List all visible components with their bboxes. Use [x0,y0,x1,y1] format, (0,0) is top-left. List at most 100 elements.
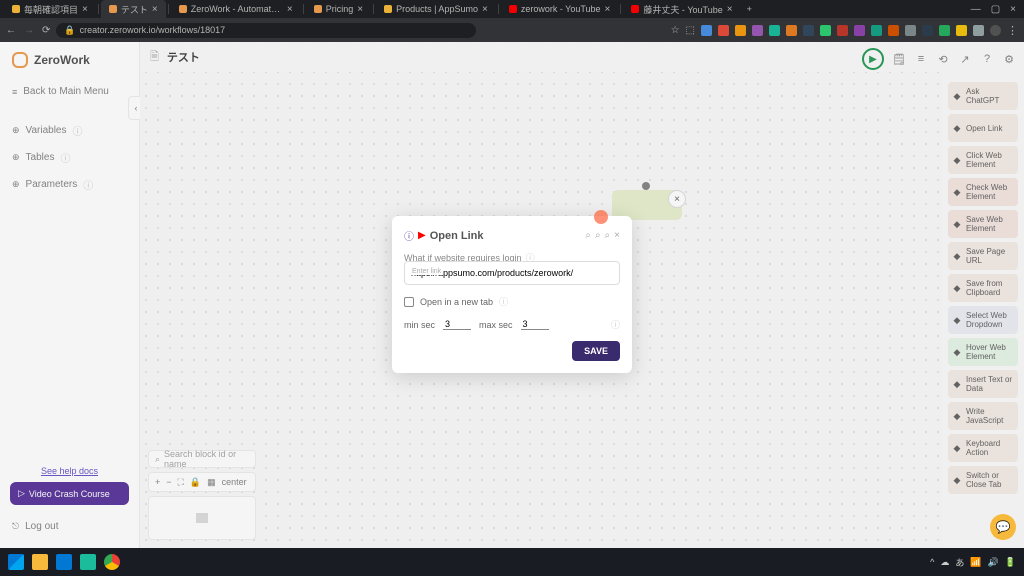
extension-icon[interactable] [905,25,916,36]
action-block-switch-or-close-tab[interactable]: ◆Switch or Close Tab [948,466,1018,494]
nav-tables[interactable]: ⊕Tablesⓘ [0,144,139,171]
extension-icon[interactable] [973,25,984,36]
close-icon[interactable]: × [287,4,293,15]
browser-tab-4[interactable]: Products | AppSumo× [376,0,496,18]
extension-icon[interactable] [956,25,967,36]
search-action-icon[interactable]: ⌕ [585,230,591,241]
window-minimize[interactable]: — [971,4,981,15]
action-block-select-web-dropdown[interactable]: ◆Select Web Dropdown [948,306,1018,334]
new-tab-button[interactable]: + [741,4,758,14]
tray-volume-icon[interactable]: 🔊 [988,557,999,568]
action-block-insert-text-or-data[interactable]: ◆Insert Text or Data [948,370,1018,398]
search-action-icon[interactable]: ⌕ [605,230,611,241]
save-button[interactable]: SAVE [572,341,620,361]
action-block-keyboard-action[interactable]: ◆Keyboard Action [948,434,1018,462]
search-action-icon[interactable]: ⌕ [595,230,601,241]
action-block-check-web-element[interactable]: ◆Check Web Element [948,178,1018,206]
node-connector[interactable] [642,182,650,190]
fit-button[interactable]: ⛶ [178,477,184,488]
tray-ime-icon[interactable]: あ [955,556,964,569]
chat-fab[interactable]: 💬 [990,514,1016,540]
menu-icon[interactable]: ⋮ [1007,24,1018,37]
zoom-out-button[interactable]: − [166,477,171,487]
browser-tab-5[interactable]: zerowork - YouTube× [501,0,619,18]
action-block-save-web-element[interactable]: ◆Save Web Element [948,210,1018,238]
window-maximize[interactable]: ▢ [991,4,1000,15]
extension-icon[interactable] [888,25,899,36]
extension-icon[interactable] [769,25,780,36]
nav-parameters[interactable]: ⊕Parametersⓘ [0,171,139,198]
extension-icon[interactable] [786,25,797,36]
window-close[interactable]: × [1010,4,1016,15]
grid-button[interactable]: ▦ [207,477,216,488]
close-icon[interactable]: × [605,4,611,15]
brand[interactable]: ZeroWork [0,52,139,80]
modal-close-button[interactable]: × [614,230,620,241]
youtube-icon[interactable]: ▶ [418,230,426,241]
help-docs-link[interactable]: See help docs [0,466,139,476]
tray-cloud-icon[interactable]: ☁ [940,557,949,568]
block-search[interactable]: ⌕ Search block id or name [148,450,256,468]
profile-avatar[interactable] [990,25,1001,36]
action-block-save-from-clipboard[interactable]: ◆Save from Clipboard [948,274,1018,302]
share-icon[interactable]: ⬚ [686,25,695,36]
close-icon[interactable]: × [357,4,363,15]
new-tab-checkbox[interactable] [404,297,414,307]
action-block-click-web-element[interactable]: ◆Click Web Element [948,146,1018,174]
explorer-icon[interactable] [32,554,48,570]
extension-icon[interactable] [922,25,933,36]
close-icon[interactable]: × [82,4,88,15]
max-sec-input[interactable] [521,319,549,330]
share-icon[interactable]: ↗ [958,53,972,66]
logout-button[interactable]: ⎋Log out [0,515,139,538]
tray-battery-icon[interactable]: 🔋 [1005,557,1016,568]
nav-variables[interactable]: ⊕Variablesⓘ [0,117,139,144]
action-block-ask-chatgpt[interactable]: ◆Ask ChatGPT [948,82,1018,110]
nav-reload-icon[interactable]: ⟳ [42,25,50,36]
extension-icon[interactable] [939,25,950,36]
video-crash-course-button[interactable]: ▷Video Crash Course [10,482,129,505]
extension-icon[interactable] [752,25,763,36]
tray-wifi-icon[interactable]: 📶 [970,557,981,568]
close-icon[interactable]: × [482,4,488,15]
history-icon[interactable]: ⟲ [936,53,950,66]
help-icon[interactable]: ? [980,53,994,65]
center-button[interactable]: center [222,477,247,487]
extension-icon[interactable] [854,25,865,36]
node-delete-button[interactable]: × [668,190,686,208]
min-sec-input[interactable] [443,319,471,330]
note-icon[interactable]: 🗒 [892,53,906,66]
extension-icon[interactable] [701,25,712,36]
nav-back-main[interactable]: ≡ Back to Main Menu [0,80,139,103]
close-icon[interactable]: × [727,4,733,15]
nav-back-icon[interactable]: ← [6,25,16,36]
close-icon[interactable]: × [152,4,158,15]
start-button[interactable] [8,554,24,570]
chrome-icon[interactable] [104,554,120,570]
vscode-icon[interactable] [56,554,72,570]
browser-tab-2[interactable]: ZeroWork - Automate repetiti…× [171,0,301,18]
url-input[interactable]: 🔒 creator.zerowork.io/workflows/18017 [56,23,476,38]
extension-icon[interactable] [718,25,729,36]
list-icon[interactable]: ≡ [914,53,928,65]
system-tray[interactable]: ^ ☁ あ 📶 🔊 🔋 [930,556,1016,569]
minimap[interactable] [148,496,256,540]
extension-icon[interactable] [837,25,848,36]
zoom-in-button[interactable]: + [155,477,160,487]
extension-icon[interactable] [803,25,814,36]
settings-icon[interactable]: ⚙ [1002,53,1016,66]
action-block-open-link[interactable]: ◆Open Link [948,114,1018,142]
extension-icon[interactable] [871,25,882,36]
action-block-hover-web-element[interactable]: ◆Hover Web Element [948,338,1018,366]
tray-chevron-icon[interactable]: ^ [930,557,934,567]
extension-icon[interactable] [820,25,831,36]
browser-tab-3[interactable]: Pricing× [306,0,371,18]
browser-tab-0[interactable]: 毎朝確認項目× [4,0,96,18]
lock-button[interactable]: 🔒 [190,477,201,488]
browser-tab-6[interactable]: 藤井丈夫 - YouTube× [623,0,740,18]
extension-icon[interactable] [735,25,746,36]
action-block-write-javascript[interactable]: ◆Write JavaScript [948,402,1018,430]
info-icon[interactable]: ⓘ [404,228,414,243]
workflow-title[interactable]: テスト [167,49,200,65]
run-workflow-button[interactable]: ▶ [862,48,884,70]
